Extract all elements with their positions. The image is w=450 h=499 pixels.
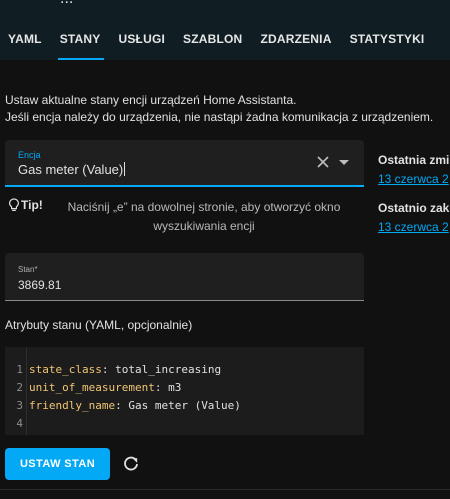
state-field[interactable]: Stan* 3869.81 (5, 253, 364, 301)
yaml-value: total_increasing (108, 363, 222, 376)
tip-label: Tip! (21, 198, 43, 212)
clear-icon[interactable] (316, 155, 330, 169)
line-number: 1 (16, 363, 23, 376)
last-updated-label: Ostatnio zak (378, 201, 450, 215)
tab-bar: YAML STANY USŁUGI SZABLON ZDARZENIA STAT… (0, 18, 434, 60)
line-number: 2 (16, 381, 23, 394)
attributes-title: Atrybuty stanu (YAML, opcjonalnie) (5, 318, 193, 332)
dropdown-arrow-icon[interactable] (339, 160, 349, 165)
tab-states[interactable]: STANY (52, 18, 111, 60)
yaml-key: friendly_name (29, 399, 116, 412)
intro-line-1: Ustaw aktualne stany encji urządzeń Home… (5, 93, 297, 107)
line-number: 3 (16, 399, 23, 412)
last-changed-link[interactable]: 13 czerwca 2 (378, 172, 449, 186)
entity-input-value: Gas meter (Value) (18, 162, 124, 177)
yaml-value: m3 (161, 381, 182, 394)
clipped-header-title: ... (60, 0, 73, 8)
top-app-bar: ... YAML STANY USŁUGI SZABLON ZDARZENIA … (0, 0, 450, 60)
entity-input[interactable]: Gas meter (Value) (18, 162, 126, 177)
entity-picker[interactable]: Encja Gas meter (Value) (5, 140, 364, 187)
intro-line-2: Jeśli encja należy do urządzenia, nie na… (5, 110, 434, 124)
refresh-icon[interactable] (122, 455, 140, 473)
state-field-label: Stan* (18, 265, 38, 274)
tab-statistics[interactable]: STATYSTYKI (342, 18, 435, 60)
last-changed-label: Ostatnia zmi (378, 153, 450, 167)
last-updated-link[interactable]: 13 czerwca 2 (378, 220, 449, 234)
state-input[interactable]: 3869.81 (18, 278, 61, 292)
tab-events[interactable]: ZDARZENIA (252, 18, 341, 60)
yaml-key: state_class (29, 363, 102, 376)
code-line: friendly_name: Gas meter (Value) (29, 399, 241, 412)
yaml-value: Gas meter (Value) (121, 399, 241, 412)
code-line: unit_of_measurement: m3 (29, 381, 182, 394)
line-number-gutter: 1 2 3 4 (5, 347, 27, 435)
tab-services[interactable]: USŁUGI (110, 18, 175, 60)
code-line: state_class: total_increasing (29, 363, 222, 376)
intro-text: Ustaw aktualne stany encji urządzeń Home… (5, 92, 433, 126)
divider (0, 489, 450, 490)
set-state-button[interactable]: USTAW STAN (5, 448, 110, 480)
line-number: 4 (16, 417, 23, 430)
tab-yaml[interactable]: YAML (0, 18, 52, 60)
lightbulb-icon (8, 198, 20, 211)
tip-text: Naciśnij „e” na dowolnej stronie, aby ot… (67, 200, 341, 233)
tab-template[interactable]: SZABLON (175, 18, 252, 60)
yaml-code-editor[interactable]: 1 2 3 4 state_class: total_increasing un… (5, 347, 364, 435)
entity-field-label: Encja (18, 150, 41, 160)
yaml-key: unit_of_measurement (29, 381, 155, 394)
text-caret (124, 162, 126, 176)
